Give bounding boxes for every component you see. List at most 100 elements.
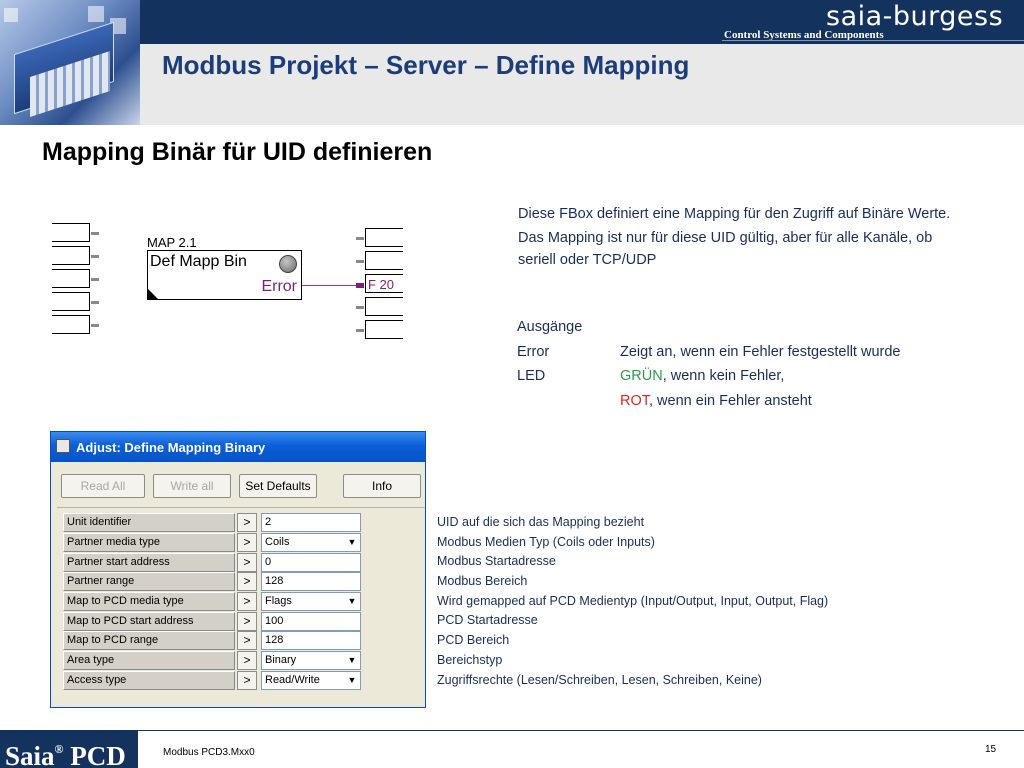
pcd-start-address-input[interactable]: 100 [261, 612, 361, 631]
chevron-right-icon[interactable]: > [237, 612, 257, 631]
partner-range-input[interactable]: 128 [261, 572, 361, 591]
footer-brand-logo: Saia® PCD [0, 731, 138, 768]
footer-divider [0, 730, 1024, 731]
header-product-image [0, 0, 140, 125]
field-note: PCD Startadresse [437, 613, 538, 628]
set-defaults-button[interactable]: Set Defaults [239, 474, 317, 498]
prop-label: Partner media type [63, 533, 235, 552]
dropdown-arrow-icon[interactable]: ▼ [344, 672, 360, 689]
field-note: UID auf die sich das Mapping bezieht [437, 515, 645, 529]
fbox-diagram: MAP 2.1 Def Mapp Bin Error F 20 [48, 218, 428, 346]
output-box [365, 251, 403, 270]
output-error-key: Error [517, 343, 550, 360]
output-error-value: Zeigt an, wenn ein Fehler festgestellt w… [620, 343, 901, 360]
read-all-button[interactable]: Read All [61, 474, 145, 498]
select-value: Coils [265, 536, 290, 548]
output-led-key: LED [517, 368, 546, 384]
prop-label: Unit identifier [63, 513, 235, 532]
footer-brand: Saia [5, 741, 55, 768]
description-line: Diese FBox definiert eine Mapping für de… [518, 206, 951, 222]
flag-label: F 20 [368, 277, 395, 292]
chevron-right-icon[interactable]: > [237, 651, 257, 670]
prop-label: Partner range [63, 572, 235, 591]
logo-divider [722, 40, 1024, 41]
chevron-right-icon[interactable]: > [237, 553, 257, 572]
chevron-right-icon[interactable]: > [237, 592, 257, 611]
fbox-block[interactable]: Def Mapp Bin Error [147, 250, 302, 300]
pin [356, 329, 364, 332]
chevron-right-icon[interactable]: > [237, 572, 257, 591]
outputs-list: Ausgänge Error Zeigt an, wenn ein Fehler… [517, 319, 987, 417]
dropdown-arrow-icon[interactable]: ▼ [344, 652, 360, 669]
pin [356, 237, 364, 240]
prop-label: Map to PCD range [63, 631, 235, 650]
pin [91, 255, 99, 258]
led-green-label: GRÜN [620, 368, 663, 384]
prop-label: Access type [63, 671, 235, 690]
footer-document-name: Modbus PCD3.Mxx0 [163, 747, 255, 758]
window-icon [56, 439, 70, 453]
pcd-range-input[interactable]: 128 [261, 631, 361, 650]
input-box [52, 246, 90, 265]
corner-triangle-icon [148, 289, 158, 299]
prop-label: Map to PCD media type [63, 592, 235, 611]
field-note: Zugriffsrechte (Lesen/Schreiben, Lesen, … [437, 672, 762, 687]
fbox-error-output: Error [261, 278, 297, 295]
area-type-select[interactable]: Binary ▼ [261, 651, 361, 670]
chevron-right-icon[interactable]: > [237, 513, 257, 532]
prop-label: Partner start address [63, 553, 235, 572]
outputs-heading: Ausgänge [517, 319, 583, 335]
chevron-right-icon[interactable]: > [237, 671, 257, 690]
prop-label: Area type [63, 651, 235, 670]
field-note: PCD Bereich [437, 633, 510, 648]
led-red-label: ROT [620, 392, 649, 409]
chevron-right-icon[interactable]: > [237, 631, 257, 650]
info-button[interactable]: Info [343, 474, 421, 498]
pin [91, 324, 99, 327]
access-type-select[interactable]: Read/Write ▼ [261, 671, 361, 690]
field-notes: UID auf die sich das Mapping bezieht Mod… [437, 515, 828, 692]
page-number: 15 [985, 744, 997, 755]
dialog-titlebar[interactable]: Adjust: Define Mapping Binary [51, 432, 425, 462]
prop-label: Map to PCD start address [63, 612, 235, 631]
led-green-text: , wenn kein Fehler, [662, 368, 785, 384]
pin [356, 306, 364, 309]
output-box [365, 297, 403, 316]
pcd-media-type-select[interactable]: Flags ▼ [261, 592, 361, 611]
fbox-name: Def Mapp Bin [150, 253, 247, 270]
dialog-title: Adjust: Define Mapping Binary [76, 440, 266, 455]
chevron-right-icon[interactable]: > [237, 533, 257, 552]
select-value: Flags [265, 595, 292, 607]
field-note: Modbus Bereich [437, 574, 528, 589]
output-box [365, 320, 403, 339]
footer-brand-suffix: PCD [70, 741, 126, 768]
input-box [52, 315, 90, 334]
error-wire [302, 285, 364, 286]
fbox-label: MAP 2.1 [147, 235, 197, 250]
partner-start-address-input[interactable]: 0 [261, 553, 361, 572]
adjust-dialog: Adjust: Define Mapping Binary Read All W… [50, 431, 426, 708]
output-box [365, 228, 403, 247]
select-value: Binary [265, 654, 297, 666]
partner-media-type-select[interactable]: Coils ▼ [261, 533, 361, 552]
pin [356, 260, 364, 263]
page-title: Modbus Projekt – Server – Define Mapping [162, 50, 690, 80]
dropdown-arrow-icon[interactable]: ▼ [344, 534, 360, 551]
write-all-button[interactable]: Write all [153, 474, 231, 498]
fbox-description: Diese FBox definiert eine Mapping für de… [518, 203, 958, 271]
field-note: Bereichstyp [437, 652, 503, 667]
description-line: Das Mapping ist nur für diese UID gültig… [518, 230, 933, 268]
led-icon [279, 255, 297, 273]
input-box [52, 269, 90, 288]
input-box [52, 292, 90, 311]
field-note: Modbus Startadresse [437, 554, 556, 569]
wire-tip [356, 283, 364, 288]
dropdown-arrow-icon[interactable]: ▼ [344, 593, 360, 610]
pin [91, 301, 99, 304]
dialog-separator [57, 507, 425, 508]
unit-identifier-input[interactable]: 2 [261, 513, 361, 532]
field-note: Modbus Medien Typ (Coils oder Inputs) [437, 534, 655, 549]
field-note: Wird gemapped auf PCD Medientyp (Input/O… [437, 593, 829, 608]
section-title: Mapping Binär für UID definieren [42, 138, 433, 166]
pin [91, 232, 99, 235]
